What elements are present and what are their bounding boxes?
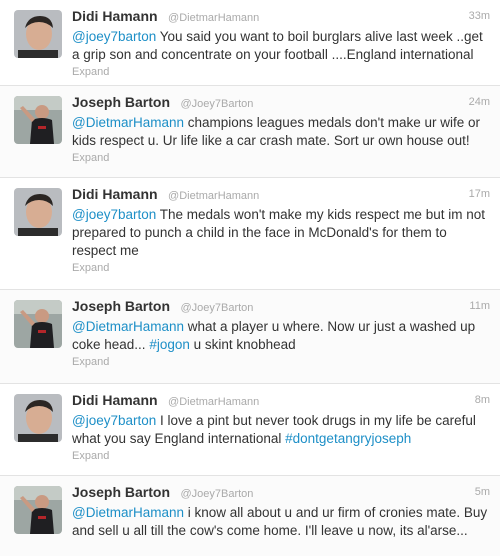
tweet-item[interactable]: Joseph Barton @Joey7Barton 24m @DietmarH… [0,86,500,178]
expand-link[interactable]: Expand [72,356,490,368]
tweet-item[interactable]: Didi Hamann @DietmarHamann 17m @joey7bar… [0,178,500,290]
hashtag-link[interactable]: #dontgetangryjoseph [285,431,411,446]
tweet-text: @DietmarHamann champions leagues medals … [72,114,490,150]
author-handle[interactable]: @Joey7Barton [180,488,253,500]
tweet-item[interactable]: Joseph Barton @Joey7Barton 5m @DietmarHa… [0,476,500,556]
author-handle[interactable]: @DietmarHamann [168,190,259,202]
tweet-item[interactable]: Didi Hamann @DietmarHamann 33m @joey7bar… [0,0,500,86]
expand-link[interactable]: Expand [72,450,490,462]
tweet-header: Didi Hamann @DietmarHamann 17m [72,186,490,204]
author-name[interactable]: Joseph Barton [72,484,170,500]
avatar-didi-hamann[interactable] [14,188,62,236]
tweet-text: @DietmarHamann i know all about u and ur… [72,504,490,540]
mention-link[interactable]: @joey7barton [72,29,156,44]
author-name[interactable]: Didi Hamann [72,392,158,408]
hashtag-link[interactable]: #jogon [149,337,190,352]
author-handle[interactable]: @Joey7Barton [180,98,253,110]
tweet-timestamp[interactable]: 33m [469,10,490,22]
tweet-timestamp[interactable]: 5m [475,486,490,498]
tweet-header: Didi Hamann @DietmarHamann 8m [72,392,490,410]
avatar-joseph-barton[interactable] [14,300,62,348]
author-name[interactable]: Didi Hamann [72,186,158,202]
tweet-text: @joey7barton You said you want to boil b… [72,28,490,64]
mention-link[interactable]: @DietmarHamann [72,319,184,334]
mention-link[interactable]: @DietmarHamann [72,505,184,520]
avatar-joseph-barton[interactable] [14,96,62,144]
tweet-header: Joseph Barton @Joey7Barton 24m [72,94,490,112]
tweet-timestamp[interactable]: 17m [469,188,490,200]
avatar-didi-hamann[interactable] [14,10,62,58]
tweet-timestamp[interactable]: 8m [475,394,490,406]
tweet-timestamp[interactable]: 24m [469,96,490,108]
tweet-text: @joey7barton I love a pint but never too… [72,412,490,448]
author-handle[interactable]: @Joey7Barton [180,302,253,314]
tweet-body-continued: u skint knobhead [189,337,296,352]
tweet-item[interactable]: Joseph Barton @Joey7Barton 11m @DietmarH… [0,290,500,384]
mention-link[interactable]: @DietmarHamann [72,115,184,130]
tweet-timestamp[interactable]: 11m [469,300,490,312]
author-name[interactable]: Joseph Barton [72,298,170,314]
mention-link[interactable]: @joey7barton [72,413,156,428]
expand-link[interactable]: Expand [72,66,490,78]
author-handle[interactable]: @DietmarHamann [168,12,259,24]
tweet-header: Didi Hamann @DietmarHamann 33m [72,8,490,26]
tweet-text: @joey7barton The medals won't make my ki… [72,206,490,260]
author-name[interactable]: Didi Hamann [72,8,158,24]
avatar-joseph-barton[interactable] [14,486,62,534]
author-handle[interactable]: @DietmarHamann [168,396,259,408]
mention-link[interactable]: @joey7barton [72,207,156,222]
tweet-text: @DietmarHamann what a player u where. No… [72,318,490,354]
author-name[interactable]: Joseph Barton [72,94,170,110]
expand-link[interactable]: Expand [72,262,490,274]
tweet-timeline: Didi Hamann @DietmarHamann 33m @joey7bar… [0,0,500,556]
expand-link[interactable]: Expand [72,152,490,164]
avatar-didi-hamann[interactable] [14,394,62,442]
tweet-header: Joseph Barton @Joey7Barton 11m [72,298,490,316]
tweet-item[interactable]: Didi Hamann @DietmarHamann 8m @joey7bart… [0,384,500,476]
tweet-header: Joseph Barton @Joey7Barton 5m [72,484,490,502]
